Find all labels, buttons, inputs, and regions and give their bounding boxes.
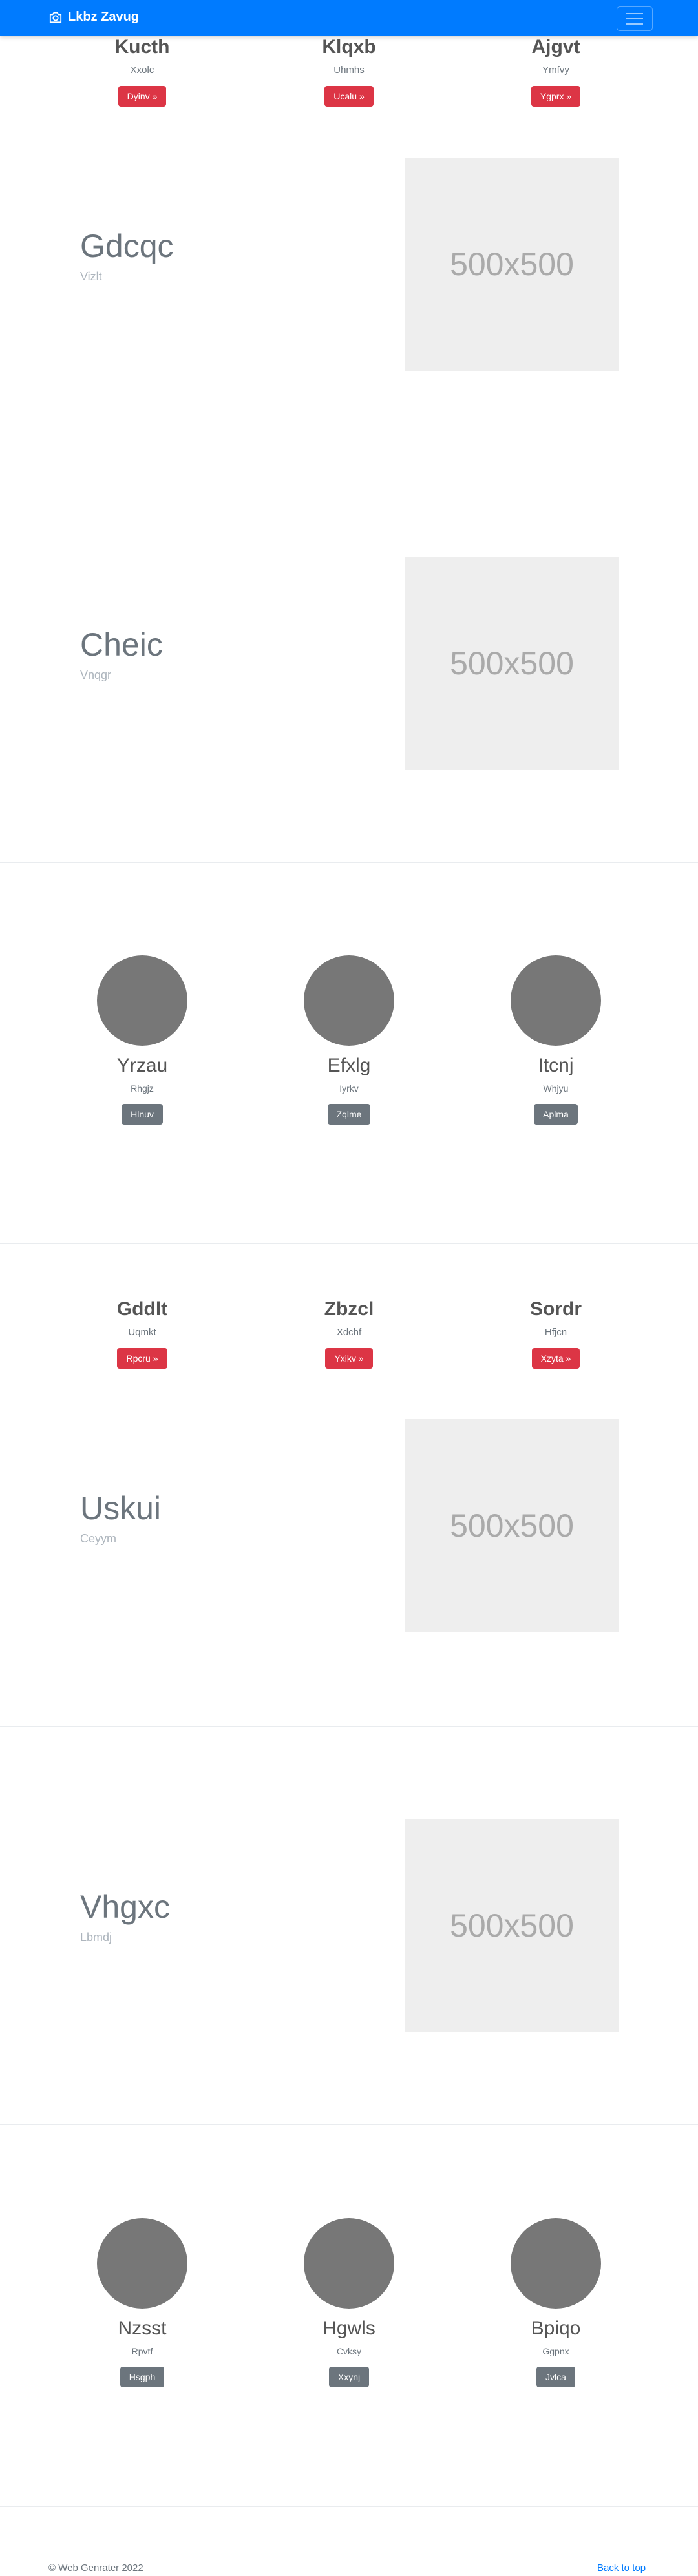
member-name: Hgwls	[323, 2318, 375, 2339]
team-member: Efxlg Iyrkv Zqlme	[233, 955, 465, 1125]
hero-title: Vhgxc	[80, 1889, 170, 1925]
member-button[interactable]: Jvlca	[536, 2367, 575, 2387]
feature-title: Sordr	[529, 1298, 582, 1320]
member-button[interactable]: Aplma	[534, 1104, 578, 1125]
feature-title: Zbzcl	[324, 1298, 374, 1320]
member-button[interactable]: Hlnuv	[122, 1104, 163, 1125]
image-placeholder: 500x500	[405, 557, 619, 770]
feature-title: Ajgvt	[531, 36, 580, 57]
member-name: Itcnj	[538, 1055, 574, 1076]
hero-subtitle: Vizlt	[80, 270, 102, 283]
image-placeholder: 500x500	[405, 1419, 619, 1632]
image-placeholder: 500x500	[405, 158, 619, 371]
member-button[interactable]: Hsgph	[120, 2367, 165, 2387]
feature-title: Klqxb	[322, 36, 376, 57]
avatar	[304, 2218, 394, 2309]
avatar	[97, 2218, 187, 2309]
brand-name: Lkbz Zavug	[68, 10, 140, 24]
avatar	[304, 955, 394, 1046]
copyright-text: © Web Genrater 2022	[48, 2562, 143, 2573]
hero-title: Cheic	[80, 627, 163, 663]
hero-section: Cheic Vnqgr 500x500	[0, 464, 698, 863]
menu-toggle-button[interactable]	[617, 6, 653, 31]
member-name: Nzsst	[118, 2318, 167, 2339]
feature-title: Kucth	[114, 36, 170, 57]
avatar	[511, 2218, 601, 2309]
hero-subtitle: Ceyym	[80, 1532, 117, 1545]
footer: © Web Genrater 2022 Back to top	[0, 2508, 698, 2576]
menu-icon	[626, 13, 643, 14]
back-to-top-link[interactable]: Back to top	[597, 2562, 646, 2573]
hero-section: Gdcqc Vizlt 500x500	[0, 66, 698, 464]
member-name: Yrzau	[116, 1055, 168, 1076]
avatar	[97, 955, 187, 1046]
member-name: Bpiqo	[531, 2318, 581, 2339]
avatar	[511, 955, 601, 1046]
team-member: Hgwls Cvksy Xxynj	[233, 2218, 465, 2387]
member-subtitle: Ggpnx	[542, 2346, 569, 2356]
hero-section: Uskui Ceyym 500x500	[0, 1328, 698, 1727]
member-subtitle: Whjyu	[543, 1083, 569, 1094]
hero-subtitle: Lbmdj	[80, 1931, 112, 1944]
member-subtitle: Cvksy	[336, 2346, 362, 2356]
team-member: Bpiqo Ggpnx Jvlca	[439, 2218, 672, 2387]
member-subtitle: Rpvtf	[131, 2346, 153, 2356]
member-subtitle: Rhgjz	[131, 1083, 154, 1094]
navbar: Lkbz Zavug	[0, 0, 698, 36]
hero-title: Uskui	[80, 1490, 162, 1526]
hero-subtitle: Vnqgr	[80, 669, 112, 681]
member-button[interactable]: Xxynj	[328, 2367, 370, 2387]
image-placeholder: 500x500	[405, 1819, 619, 2032]
brand-link[interactable]: Lkbz Zavug	[48, 10, 139, 25]
team-member: Nzsst Rpvtf Hsgph	[26, 2218, 259, 2387]
team-section: Nzsst Rpvtf Hsgph Hgwls Cvksy Xxynj Bpiq…	[0, 2126, 698, 2507]
hero-title: Gdcqc	[80, 228, 174, 264]
team-member: Itcnj Whjyu Aplma	[439, 955, 672, 1125]
member-name: Efxlg	[327, 1055, 371, 1076]
hero-section: Vhgxc Lbmdj 500x500	[0, 1727, 698, 2125]
team-member: Yrzau Rhgjz Hlnuv	[26, 955, 259, 1125]
camera-icon	[49, 12, 62, 23]
member-subtitle: Iyrkv	[339, 1083, 359, 1094]
member-button[interactable]: Zqlme	[327, 1104, 371, 1125]
feature-title: Gddlt	[116, 1298, 168, 1320]
team-section: Yrzau Rhgjz Hlnuv Efxlg Iyrkv Zqlme Itcn…	[0, 863, 698, 1244]
